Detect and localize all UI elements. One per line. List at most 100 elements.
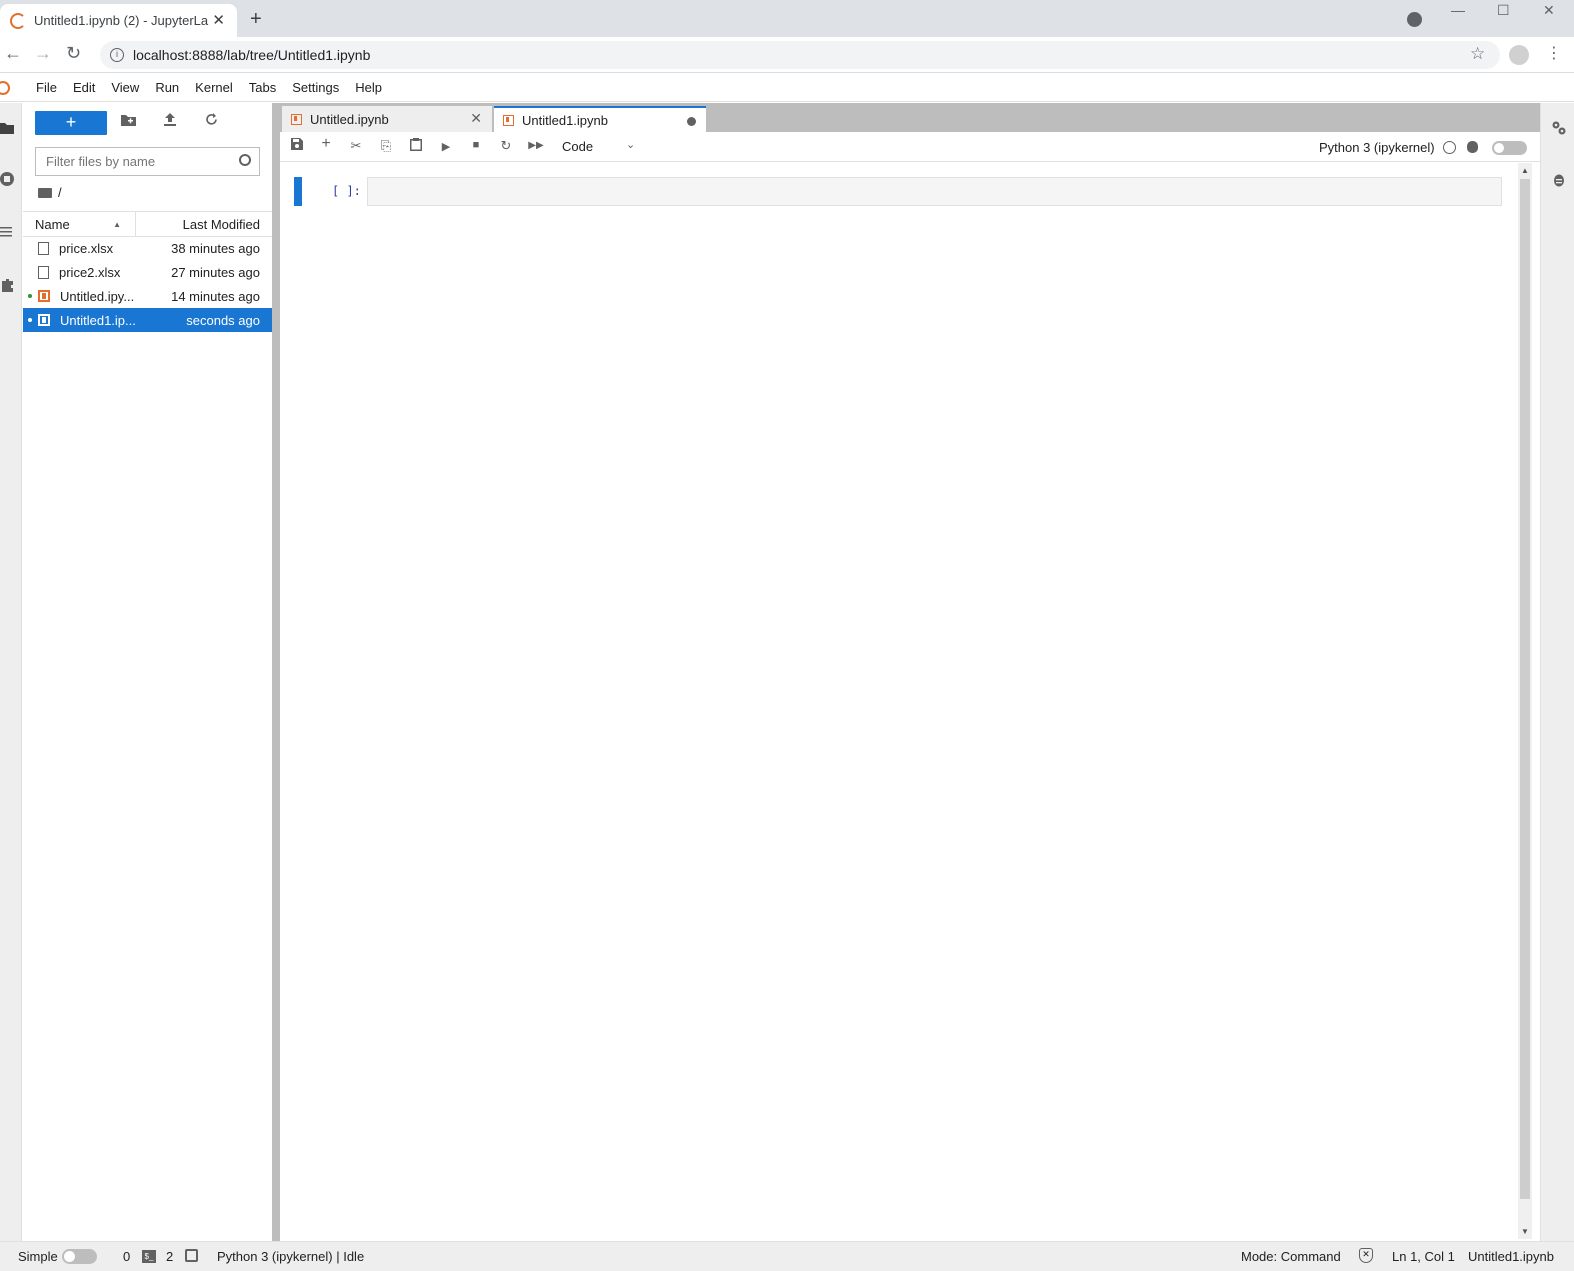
scroll-up-icon[interactable]: ▲ bbox=[1521, 166, 1529, 175]
address-bar[interactable]: i localhost:8888/lab/tree/Untitled1.ipyn… bbox=[100, 41, 1500, 69]
column-header-modified[interactable]: Last Modified bbox=[136, 217, 272, 232]
unsaved-changes-icon[interactable] bbox=[687, 117, 696, 126]
file-name: Untitled1.ip... bbox=[60, 312, 136, 328]
new-tab-button[interactable]: + bbox=[250, 8, 262, 31]
chevron-down-icon[interactable]: ⌄ bbox=[626, 138, 635, 151]
reload-button[interactable]: ↻ bbox=[66, 43, 81, 64]
table-of-contents-tab-icon[interactable] bbox=[0, 225, 16, 241]
file-list-header: Name ▲ Last Modified bbox=[23, 211, 272, 237]
file-browser-tab-icon[interactable] bbox=[0, 121, 16, 137]
debugger-toggle[interactable] bbox=[1492, 141, 1527, 155]
cell-collapser[interactable] bbox=[294, 177, 302, 206]
menu-view[interactable]: View bbox=[103, 80, 147, 95]
cut-icon[interactable]: ✂ bbox=[348, 138, 364, 154]
kernel-name-button[interactable]: Python 3 (ipykernel) bbox=[1319, 140, 1435, 155]
tab-search-icon[interactable] bbox=[1407, 12, 1422, 27]
file-row-price2-xlsx[interactable]: price2.xlsx 27 minutes ago bbox=[23, 260, 272, 284]
file-row-price-xlsx[interactable]: price.xlsx 38 minutes ago bbox=[23, 236, 272, 260]
back-button[interactable]: ← bbox=[4, 43, 22, 64]
restart-kernel-icon[interactable]: ↻ bbox=[498, 138, 514, 154]
notebook-trusted-icon[interactable]: ✕ bbox=[1359, 1248, 1373, 1263]
browser-tab-bar: Untitled1.ipynb (2) - JupyterLab ✕ + — ☐… bbox=[0, 0, 1574, 37]
notebook-scrollbar[interactable]: ▲ ▼ bbox=[1518, 163, 1532, 1239]
url-text: localhost:8888/lab/tree/Untitled1.ipynb bbox=[133, 47, 371, 63]
browser-tab-title: Untitled1.ipynb (2) - JupyterLab bbox=[34, 13, 209, 28]
notebook-icon bbox=[503, 114, 514, 126]
maximize-window-button[interactable]: ☐ bbox=[1497, 2, 1510, 19]
running-sessions-tab-icon[interactable] bbox=[0, 171, 16, 187]
menu-run[interactable]: Run bbox=[147, 80, 187, 95]
cursor-position-text[interactable]: Ln 1, Col 1 bbox=[1392, 1249, 1455, 1264]
column-header-name[interactable]: Name ▲ bbox=[23, 212, 136, 236]
site-info-icon[interactable]: i bbox=[110, 48, 124, 62]
cell-type-select[interactable]: Code bbox=[562, 139, 593, 154]
menu-kernel[interactable]: Kernel bbox=[187, 80, 241, 95]
file-filter-input[interactable] bbox=[46, 154, 226, 169]
panel-splitter[interactable] bbox=[272, 103, 280, 1241]
terminal-icon[interactable]: $_ bbox=[142, 1250, 156, 1263]
menu-help[interactable]: Help bbox=[347, 80, 390, 95]
left-sidebar-tabs bbox=[0, 103, 22, 1241]
kernel-status-text[interactable]: Python 3 (ipykernel) | Idle bbox=[217, 1249, 364, 1264]
debugger-panel-icon[interactable] bbox=[1552, 172, 1566, 190]
file-filter-field[interactable] bbox=[35, 147, 260, 176]
file-name: price2.xlsx bbox=[59, 264, 121, 280]
upload-icon[interactable] bbox=[164, 113, 176, 129]
home-folder-icon[interactable] bbox=[38, 187, 52, 198]
file-modified: 14 minutes ago bbox=[171, 288, 260, 304]
notebook-icon bbox=[291, 113, 302, 125]
minimize-window-button[interactable]: — bbox=[1451, 2, 1465, 18]
menu-tabs[interactable]: Tabs bbox=[241, 80, 284, 95]
search-icon bbox=[239, 154, 251, 166]
menu-edit[interactable]: Edit bbox=[65, 80, 103, 95]
new-folder-icon[interactable] bbox=[121, 113, 136, 129]
file-list: price.xlsx 38 minutes ago price2.xlsx 27… bbox=[23, 236, 272, 332]
close-window-button[interactable]: ✕ bbox=[1543, 2, 1555, 19]
file-row-untitled1-ipynb[interactable]: Untitled1.ip... seconds ago bbox=[23, 308, 272, 332]
simple-mode-toggle[interactable] bbox=[62, 1249, 97, 1264]
tab-untitled-ipynb[interactable]: Untitled.ipynb ✕ bbox=[282, 106, 492, 132]
insert-cell-icon[interactable]: + bbox=[318, 135, 334, 153]
breadcrumb-root[interactable]: / bbox=[58, 185, 62, 200]
refresh-icon[interactable] bbox=[205, 113, 218, 129]
browser-menu-icon[interactable]: ⋮ bbox=[1546, 43, 1562, 63]
browser-toolbar: ← → ↻ i localhost:8888/lab/tree/Untitled… bbox=[0, 37, 1574, 73]
copy-icon[interactable]: ⎘ bbox=[378, 138, 394, 154]
code-cell[interactable]: [ ]: bbox=[294, 177, 1504, 206]
tab-untitled1-ipynb[interactable]: Untitled1.ipynb bbox=[494, 106, 706, 132]
file-row-untitled-ipynb[interactable]: Untitled.ipy... 14 minutes ago bbox=[23, 284, 272, 308]
column-name-label: Name bbox=[35, 216, 70, 232]
main-dock-area: Untitled.ipynb ✕ Untitled1.ipynb + ✂ ⎘ ▶… bbox=[280, 103, 1540, 1241]
kernel-count[interactable]: 2 bbox=[166, 1249, 173, 1264]
right-sidebar-tabs bbox=[1540, 103, 1574, 1241]
account-avatar-icon[interactable] bbox=[1509, 45, 1529, 65]
interrupt-kernel-icon[interactable]: ■ bbox=[468, 139, 484, 151]
extension-manager-tab-icon[interactable] bbox=[0, 277, 16, 293]
scroll-down-icon[interactable]: ▼ bbox=[1521, 1227, 1529, 1236]
menu-settings[interactable]: Settings bbox=[284, 80, 347, 95]
scrollbar-thumb[interactable] bbox=[1520, 179, 1530, 1199]
browser-tab-close-icon[interactable]: ✕ bbox=[212, 11, 225, 29]
sort-ascending-icon: ▲ bbox=[113, 219, 121, 229]
status-bar: Simple 0 $_ 2 Python 3 (ipykernel) | Idl… bbox=[0, 1241, 1574, 1271]
run-cell-icon[interactable]: ▶ bbox=[438, 140, 454, 153]
new-launcher-button[interactable]: + bbox=[35, 111, 107, 135]
paste-icon[interactable] bbox=[408, 138, 424, 154]
cell-editor[interactable] bbox=[367, 177, 1502, 206]
terminal-count[interactable]: 0 bbox=[123, 1249, 130, 1264]
kernel-chip-icon[interactable] bbox=[185, 1249, 198, 1262]
file-name: price.xlsx bbox=[59, 240, 114, 256]
close-tab-icon[interactable]: ✕ bbox=[470, 110, 482, 127]
forward-button[interactable]: → bbox=[34, 43, 52, 64]
menu-file[interactable]: File bbox=[28, 80, 65, 95]
tab-label: Untitled.ipynb bbox=[310, 111, 389, 127]
file-name: Untitled.ipy... bbox=[60, 288, 135, 304]
save-icon[interactable] bbox=[289, 138, 305, 153]
tab-label: Untitled1.ipynb bbox=[522, 112, 608, 128]
property-inspector-icon[interactable] bbox=[1551, 120, 1567, 139]
bookmark-star-icon[interactable]: ☆ bbox=[1470, 44, 1485, 64]
simple-mode-label: Simple bbox=[18, 1249, 58, 1264]
file-browser-panel: + / Name ▲ Last Modified price.xlsx 38 m… bbox=[23, 103, 272, 1241]
browser-tab-active[interactable]: Untitled1.ipynb (2) - JupyterLab ✕ bbox=[0, 4, 237, 37]
restart-run-all-icon[interactable]: ▶▶ bbox=[528, 140, 544, 151]
